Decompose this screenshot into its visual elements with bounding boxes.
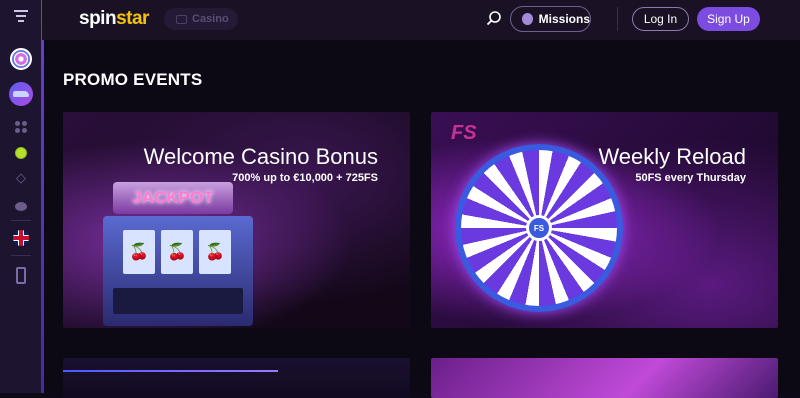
missions-icon xyxy=(522,13,533,25)
promo-title: Weekly Reload xyxy=(598,144,746,169)
slot-machine-illustration: JACKPOT 🍒 🍒 🍒 xyxy=(93,182,273,328)
top-header: spinstar Casino Missions Log In Sign Up xyxy=(42,0,800,40)
diamond-icon[interactable]: ◇ xyxy=(0,170,42,186)
uk-flag-icon[interactable] xyxy=(0,229,42,247)
promo-subtitle: 50FS every Thursday xyxy=(635,172,746,184)
hamburger-menu-icon-svg xyxy=(14,10,28,22)
page-title-bold: PROMO xyxy=(63,70,129,89)
spinstar-logo[interactable]: spinstar xyxy=(79,8,149,30)
promo-card-welcome-bonus[interactable]: JACKPOT 🍒 🍒 🍒 Welcome Casino Bonus 700% … xyxy=(63,112,410,328)
missions-button[interactable]: Missions xyxy=(510,6,591,32)
search-icon[interactable] xyxy=(486,10,502,26)
tennis-ball-icon[interactable] xyxy=(0,145,42,161)
wheel-hub: FS xyxy=(526,215,552,241)
promo-card-weekly-reload[interactable]: FS FS FS Weekly Reload 50FS every Thursd… xyxy=(431,112,778,328)
header-divider xyxy=(617,7,618,31)
car-icon[interactable] xyxy=(0,81,42,107)
dots-grid-icon[interactable] xyxy=(0,119,42,135)
sidebar: ◇ xyxy=(0,0,44,393)
cherry-icon: 🍒 xyxy=(199,230,231,274)
fs-badge-text: FS xyxy=(451,122,477,144)
main-content: PROMO EVENTS JACKPOT 🍒 🍒 🍒 Welcome Casin… xyxy=(45,40,800,398)
promo-subtitle: 700% up to €10,000 + 725FS xyxy=(232,172,378,184)
logo-spin-text: spin xyxy=(79,8,117,29)
page-title-rest: EVENTS xyxy=(133,70,203,89)
missions-label: Missions xyxy=(538,12,590,26)
sidebar-divider xyxy=(11,255,31,256)
mobile-app-icon[interactable] xyxy=(0,264,42,286)
cherry-icon: 🍒 xyxy=(123,230,155,274)
casino-tab-label: Casino xyxy=(192,13,229,25)
page-title: PROMO EVENTS xyxy=(63,70,202,90)
chat-icon[interactable] xyxy=(0,198,42,214)
casino-tab[interactable]: Casino xyxy=(164,8,238,30)
cherry-icon: 🍒 xyxy=(161,230,193,274)
logo-star-text: star xyxy=(116,8,149,29)
casino-icon xyxy=(176,14,187,24)
promo-title: Welcome Casino Bonus xyxy=(143,144,378,169)
signup-button[interactable]: Sign Up xyxy=(697,7,760,31)
wheel-icon[interactable] xyxy=(0,46,42,72)
jackpot-text: JACKPOT xyxy=(132,188,214,207)
hamburger-menu-icon[interactable] xyxy=(0,6,42,26)
promo-card-partial[interactable] xyxy=(431,358,778,398)
promo-card-partial[interactable] xyxy=(63,358,410,398)
sidebar-divider xyxy=(11,220,31,221)
login-button[interactable]: Log In xyxy=(632,7,689,31)
